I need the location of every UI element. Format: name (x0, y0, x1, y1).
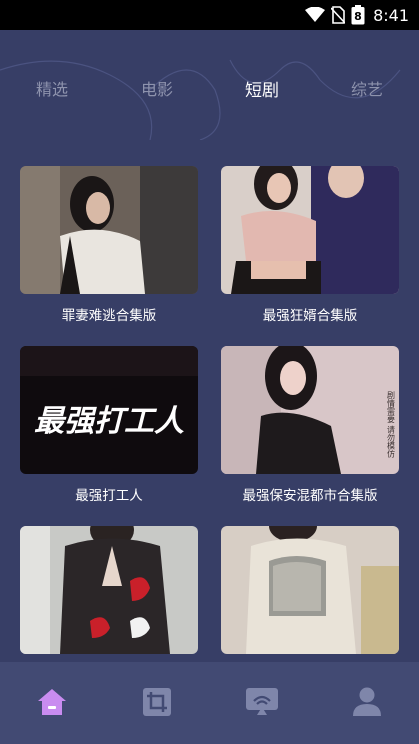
video-card[interactable]: 最强狂婿合集版 (221, 166, 399, 324)
user-icon (353, 687, 381, 716)
battery-icon: 8 (351, 5, 365, 25)
video-thumbnail[interactable] (221, 166, 399, 294)
video-card[interactable]: 剧情需要 请勿模仿 最强保安混都市合集版 (221, 346, 399, 504)
bottom-nav (0, 662, 419, 744)
thumbnail-image (221, 526, 399, 654)
nav-home[interactable] (32, 682, 72, 722)
home-icon (38, 689, 66, 715)
tab-featured[interactable]: 精选 (36, 76, 68, 100)
thumbnail-image (221, 166, 399, 294)
nav-cast[interactable] (242, 682, 282, 722)
video-title: 最强狂婿合集版 (262, 308, 358, 324)
tab-movies[interactable]: 电影 (141, 76, 173, 100)
tab-variety[interactable]: 综艺 (351, 76, 383, 100)
thumbnail-caption: 剧情需要 请勿模仿 (387, 391, 396, 459)
no-sim-icon (331, 6, 346, 24)
video-card[interactable]: 罪妻难逃合集版 (20, 166, 198, 324)
video-title: 最强保安混都市合集版 (242, 488, 378, 504)
thumbnail-logo-text: 最强打工人 (34, 404, 184, 439)
thumbnail-image: 最强打工人 (20, 346, 198, 474)
video-thumbnail[interactable] (20, 166, 198, 294)
category-tabs: 精选 电影 短剧 综艺 (0, 70, 419, 106)
video-thumbnail[interactable] (20, 526, 198, 654)
thumbnail-image (20, 526, 198, 654)
video-card[interactable] (221, 526, 399, 664)
video-card[interactable] (20, 526, 198, 664)
cast-icon (246, 688, 278, 715)
video-thumbnail[interactable]: 最强打工人 (20, 346, 198, 474)
nav-profile[interactable] (347, 682, 387, 722)
video-thumbnail[interactable] (221, 526, 399, 654)
tab-short-drama[interactable]: 短剧 (245, 76, 279, 101)
video-card[interactable]: 最强打工人 最强打工人 (20, 346, 198, 504)
clock: 8:41 (373, 5, 409, 25)
video-thumbnail[interactable]: 剧情需要 请勿模仿 (221, 346, 399, 474)
status-icons: 8 8:41 (305, 5, 409, 25)
nav-crop[interactable] (137, 682, 177, 722)
video-title: 罪妻难逃合集版 (61, 308, 157, 324)
video-title: 最强打工人 (75, 488, 143, 504)
thumbnail-image: 剧情需要 请勿模仿 (221, 346, 399, 474)
wifi-icon (305, 7, 326, 22)
battery-level: 8 (354, 10, 362, 23)
status-bar: 8 8:41 (0, 0, 419, 30)
crop-icon (143, 688, 171, 716)
thumbnail-image (20, 166, 198, 294)
